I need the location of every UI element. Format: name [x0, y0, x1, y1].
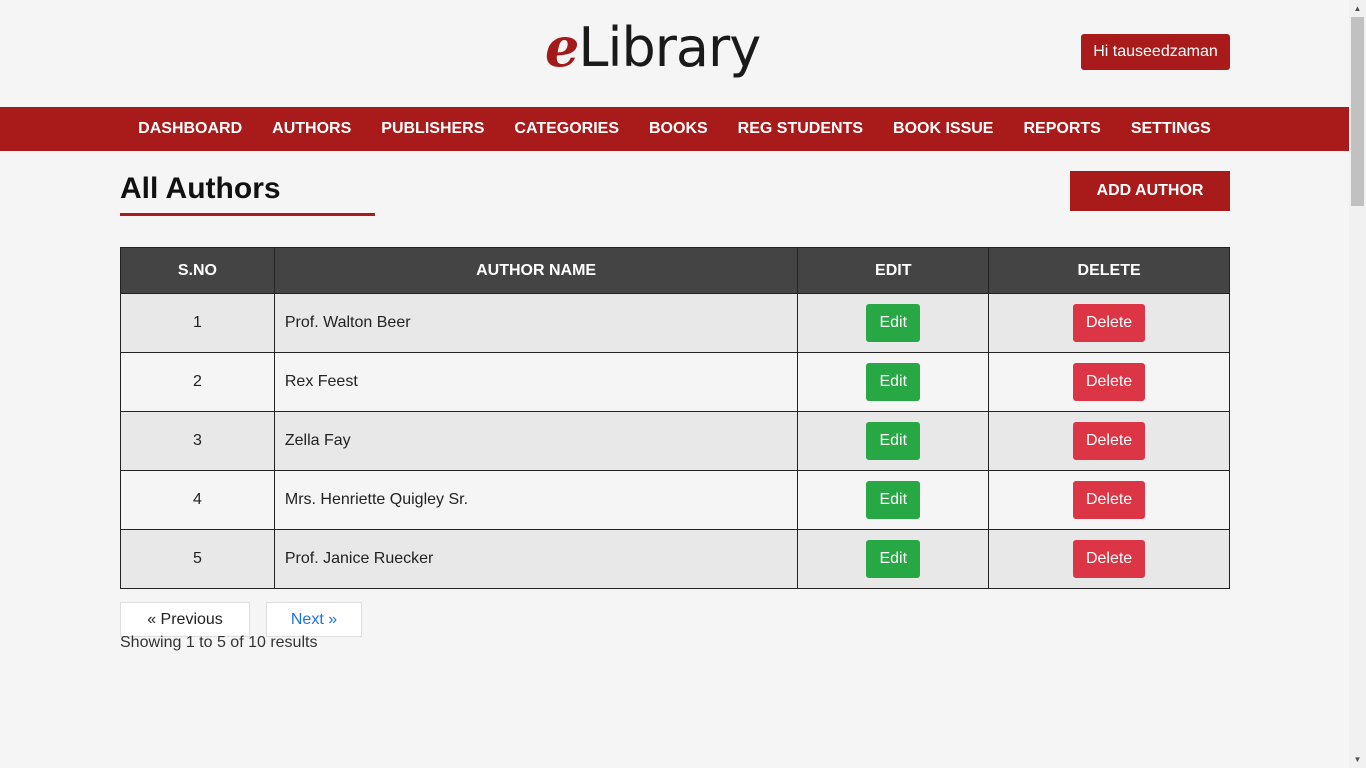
nav-books[interactable]: BOOKS [634, 107, 723, 151]
row-edit-cell: Edit [797, 470, 990, 530]
row-edit-cell: Edit [797, 411, 990, 471]
row-sno: 2 [120, 352, 275, 412]
edit-button[interactable]: Edit [866, 481, 921, 519]
row-edit-cell: Edit [797, 352, 990, 412]
table-row: 3 Zella Fay Edit Delete [120, 411, 1230, 471]
row-delete-cell: Delete [988, 470, 1230, 530]
logo-text: Library [578, 16, 761, 79]
edit-button[interactable]: Edit [866, 540, 921, 578]
delete-button[interactable]: Delete [1072, 422, 1146, 460]
scrollbar-thumb[interactable] [1351, 17, 1364, 206]
row-author-name: Prof. Janice Ruecker [273, 529, 799, 589]
nav-reports[interactable]: REPORTS [1008, 107, 1115, 151]
previous-page-button[interactable]: « Previous [120, 602, 250, 637]
nav-authors[interactable]: AUTHORS [257, 107, 366, 151]
table-header-row: S.NO AUTHOR NAME EDIT DELETE [120, 247, 1230, 294]
row-author-name: Mrs. Henriette Quigley Sr. [273, 470, 799, 530]
nav-book-issue[interactable]: BOOK ISSUE [878, 107, 1008, 151]
vertical-scrollbar[interactable]: ▲ ▼ [1349, 0, 1366, 768]
row-author-name: Prof. Walton Beer [273, 293, 799, 353]
row-edit-cell: Edit [797, 293, 990, 353]
header-sno: S.NO [120, 247, 275, 294]
scroll-down-arrow-icon[interactable]: ▼ [1349, 751, 1366, 768]
row-sno: 1 [120, 293, 275, 353]
site-header: eLibrary Hi tauseedzaman [0, 0, 1349, 107]
scroll-up-arrow-icon[interactable]: ▲ [1349, 0, 1366, 17]
nav-categories[interactable]: CATEGORIES [499, 107, 634, 151]
table-row: 1 Prof. Walton Beer Edit Delete [120, 293, 1230, 353]
nav-reg-students[interactable]: REG STUDENTS [723, 107, 878, 151]
row-delete-cell: Delete [988, 529, 1230, 589]
row-sno: 4 [120, 470, 275, 530]
next-page-button[interactable]: Next » [266, 602, 362, 637]
page-title: All Authors [120, 172, 281, 205]
main-navbar: DASHBOARD AUTHORS PUBLISHERS CATEGORIES … [0, 107, 1349, 151]
header-edit: EDIT [797, 247, 990, 294]
table-row: 2 Rex Feest Edit Delete [120, 352, 1230, 412]
nav-publishers[interactable]: PUBLISHERS [366, 107, 499, 151]
row-sno: 3 [120, 411, 275, 471]
logo-e: e [545, 15, 579, 79]
delete-button[interactable]: Delete [1072, 304, 1146, 342]
row-delete-cell: Delete [988, 352, 1230, 412]
header-author-name: AUTHOR NAME [273, 247, 799, 294]
edit-button[interactable]: Edit [866, 304, 921, 342]
header-delete: DELETE [988, 247, 1230, 294]
user-menu-button[interactable]: Hi tauseedzaman [1081, 34, 1230, 70]
row-delete-cell: Delete [988, 411, 1230, 471]
row-sno: 5 [120, 529, 275, 589]
table-row: 4 Mrs. Henriette Quigley Sr. Edit Delete [120, 470, 1230, 530]
table-row: 5 Prof. Janice Ruecker Edit Delete [120, 529, 1230, 589]
add-author-button[interactable]: ADD AUTHOR [1070, 171, 1230, 211]
elibrary-logo[interactable]: eLibrary [545, 14, 761, 81]
authors-table: S.NO AUTHOR NAME EDIT DELETE 1 Prof. Wal… [120, 247, 1230, 589]
row-author-name: Rex Feest [273, 352, 799, 412]
nav-settings[interactable]: SETTINGS [1116, 107, 1226, 151]
edit-button[interactable]: Edit [866, 363, 921, 401]
delete-button[interactable]: Delete [1072, 481, 1146, 519]
row-edit-cell: Edit [797, 529, 990, 589]
nav-dashboard[interactable]: DASHBOARD [123, 107, 257, 151]
edit-button[interactable]: Edit [866, 422, 921, 460]
pagination-summary: Showing 1 to 5 of 10 results [120, 634, 318, 651]
row-author-name: Zella Fay [273, 411, 799, 471]
row-delete-cell: Delete [988, 293, 1230, 353]
title-underline [120, 213, 375, 216]
delete-button[interactable]: Delete [1072, 363, 1146, 401]
delete-button[interactable]: Delete [1072, 540, 1146, 578]
